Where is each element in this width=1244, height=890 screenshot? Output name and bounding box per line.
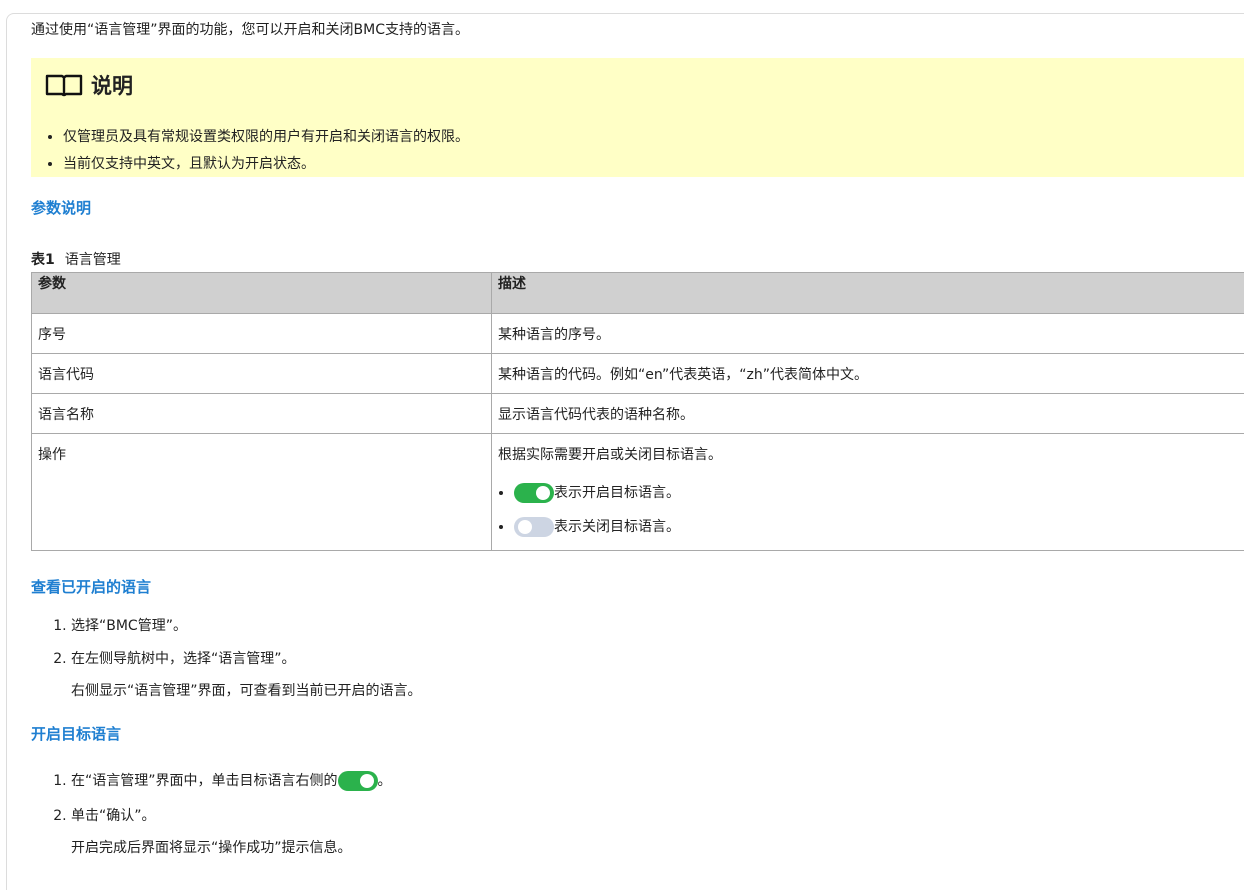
note-list: 仅管理员及具有常规设置类权限的用户有开启和关闭语言的权限。 当前仅支持中英文，且… bbox=[31, 124, 469, 178]
step-text: 在“语言管理”界面中，单击目标语言右侧的 bbox=[71, 773, 338, 789]
step-text: 单击“确认”。 bbox=[71, 808, 156, 824]
cell-param: 语言代码 bbox=[32, 354, 492, 394]
step-text: 选择“BMC管理”。 bbox=[71, 618, 187, 634]
note-title: 说明 bbox=[45, 70, 133, 100]
operation-item-text: 表示关闭目标语言。 bbox=[554, 519, 680, 535]
table-caption: 表1 语言管理 bbox=[31, 249, 121, 269]
intro-text: 通过使用“语言管理”界面的功能，您可以开启和关闭BMC支持的语言。 bbox=[31, 19, 469, 39]
step-text: 在左侧导航树中，选择“语言管理”。 bbox=[71, 651, 296, 667]
cell-desc-operation: 根据实际需要开启或关闭目标语言。 表示开启目标语言。 表示关闭目标语言。 bbox=[492, 434, 1244, 551]
enable-steps-list: 在“语言管理”界面中，单击目标语言右侧的 。 单击“确认”。 开启完成后界面将显示… bbox=[31, 762, 392, 864]
table-caption-title: 语言管理 bbox=[65, 252, 121, 268]
table-row: 操作 根据实际需要开启或关闭目标语言。 表示开启目标语言。 表示关闭目标语言。 bbox=[32, 434, 1244, 551]
operation-item-on: 表示开启目标语言。 bbox=[514, 476, 1244, 510]
cell-param: 语言名称 bbox=[32, 394, 492, 434]
operation-item-off: 表示关闭目标语言。 bbox=[514, 510, 1244, 544]
note-item: 仅管理员及具有常规设置类权限的用户有开启和关闭语言的权限。 bbox=[63, 124, 469, 151]
cell-desc: 某种语言的序号。 bbox=[492, 314, 1244, 354]
step-item: 在“语言管理”界面中，单击目标语言右侧的 。 bbox=[71, 762, 392, 800]
params-heading: 参数说明 bbox=[31, 197, 91, 218]
operation-item-text: 表示开启目标语言。 bbox=[554, 485, 680, 501]
step-result: 开启完成后界面将显示“操作成功”提示信息。 bbox=[71, 833, 392, 864]
toggle-on-icon bbox=[514, 483, 554, 503]
view-heading: 查看已开启的语言 bbox=[31, 576, 151, 597]
cell-param: 序号 bbox=[32, 314, 492, 354]
cell-desc: 某种语言的代码。例如“en”代表英语，“zh”代表简体中文。 bbox=[492, 354, 1244, 394]
toggle-off-icon bbox=[514, 517, 554, 537]
view-steps-list: 选择“BMC管理”。 在左侧导航树中，选择“语言管理”。 右侧显示“语言管理”界… bbox=[31, 610, 422, 707]
step-result: 右侧显示“语言管理”界面，可查看到当前已开启的语言。 bbox=[71, 676, 422, 707]
table-row: 语言名称 显示语言代码代表的语种名称。 bbox=[32, 394, 1244, 434]
step-item: 在左侧导航树中，选择“语言管理”。 右侧显示“语言管理”界面，可查看到当前已开启… bbox=[71, 643, 422, 707]
header-param: 参数 bbox=[32, 273, 492, 314]
cell-desc: 显示语言代码代表的语种名称。 bbox=[492, 394, 1244, 434]
step-item: 选择“BMC管理”。 bbox=[71, 610, 422, 643]
operation-desc-text: 根据实际需要开启或关闭目标语言。 bbox=[498, 447, 722, 463]
table-caption-label: 表1 bbox=[31, 252, 55, 268]
table-row: 序号 某种语言的序号。 bbox=[32, 314, 1244, 354]
step-item: 单击“确认”。 开启完成后界面将显示“操作成功”提示信息。 bbox=[71, 800, 392, 864]
document-page: 通过使用“语言管理”界面的功能，您可以开启和关闭BMC支持的语言。 说明 仅管理… bbox=[6, 13, 1244, 890]
cell-param: 操作 bbox=[32, 434, 492, 551]
enable-heading: 开启目标语言 bbox=[31, 723, 121, 744]
params-table: 参数 描述 序号 某种语言的序号。 语言代码 某种语言的代码。例如“en”代表英… bbox=[31, 272, 1244, 551]
table-header-row: 参数 描述 bbox=[32, 273, 1244, 314]
step-text-suffix: 。 bbox=[378, 773, 392, 789]
note-item: 当前仅支持中英文，且默认为开启状态。 bbox=[63, 151, 469, 178]
book-icon bbox=[45, 73, 83, 97]
toggle-on-icon bbox=[338, 771, 378, 791]
note-title-label: 说明 bbox=[91, 70, 133, 100]
header-desc: 描述 bbox=[492, 273, 1244, 314]
operation-list: 表示开启目标语言。 表示关闭目标语言。 bbox=[498, 476, 1244, 544]
table-row: 语言代码 某种语言的代码。例如“en”代表英语，“zh”代表简体中文。 bbox=[32, 354, 1244, 394]
note-box: 说明 仅管理员及具有常规设置类权限的用户有开启和关闭语言的权限。 当前仅支持中英… bbox=[31, 58, 1244, 177]
